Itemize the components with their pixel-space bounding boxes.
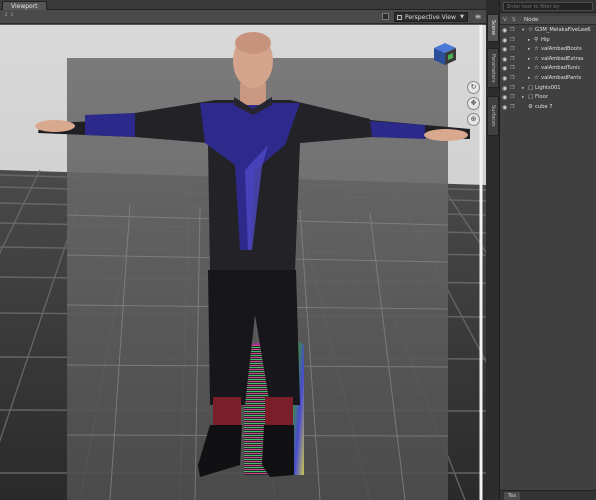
tree-row[interactable]: ◉ ❐ ⚙ cube 7 xyxy=(500,103,596,113)
scene-render xyxy=(0,25,486,500)
eye-icon[interactable]: ◉ xyxy=(502,55,507,65)
eye-icon[interactable]: ◉ xyxy=(502,64,507,74)
tab-bottom[interactable]: Tex xyxy=(504,492,521,500)
filter-bar xyxy=(500,0,596,13)
scene-panel: V S Node ◉❐▾☆G3M_MelakaFiveLee6◉❐▸⚲Hip◉❐… xyxy=(500,0,596,500)
select-column-header[interactable]: S xyxy=(512,16,516,25)
view-select[interactable]: Perspective View ▼ xyxy=(394,12,468,22)
pan-icon[interactable]: ✥ xyxy=(467,97,480,110)
selectable-icon[interactable]: ❐ xyxy=(510,93,514,103)
tree-row[interactable]: ◉ ❐ ▾ ☆ G3M_MelakaFiveLee6 xyxy=(500,26,596,36)
tree-row[interactable]: ◉ ❐ ▸ ☆ valAmbadPants xyxy=(500,74,596,84)
node-type-icon: ⚙ xyxy=(528,103,533,110)
zoom-icon[interactable]: ⊕ xyxy=(467,113,480,126)
right-panel: Scene Parameters Surfaces V S Node ◉❐▾☆G… xyxy=(486,0,596,500)
expand-arrow-icon[interactable]: ▸ xyxy=(522,93,524,103)
viewport-toolbar: ↥ ↕ Perspective View ▼ ≡ xyxy=(0,10,486,24)
node-type-icon: ☆ xyxy=(534,74,539,81)
filter-input[interactable] xyxy=(503,2,593,11)
selectable-icon[interactable]: ❐ xyxy=(510,26,514,36)
eye-icon[interactable]: ◉ xyxy=(502,45,507,55)
selectable-icon[interactable]: ❐ xyxy=(510,45,514,55)
eye-icon[interactable]: ◉ xyxy=(502,26,507,36)
node-type-icon: ▢ xyxy=(528,94,534,101)
side-tab-scene[interactable]: Scene xyxy=(487,14,499,42)
tree-header: V S Node xyxy=(500,16,596,25)
expand-arrow-icon[interactable]: ▸ xyxy=(528,64,530,74)
node-type-icon: ☆ xyxy=(528,27,533,33)
node-label: valAmbadPants xyxy=(541,74,582,81)
viewport-pane: Viewport ↥ ↕ Perspective View ▼ ≡ ↻ ✥ ⊕ xyxy=(0,0,486,500)
viewport-tabbar: Viewport xyxy=(0,0,486,10)
orbit-icon[interactable]: ↻ xyxy=(467,81,480,94)
expand-arrow-icon[interactable]: ▸ xyxy=(528,45,530,55)
node-label: valAmbadExtras xyxy=(541,55,584,62)
tab-viewport[interactable]: Viewport xyxy=(2,1,47,10)
app-window: Viewport ↥ ↕ Perspective View ▼ ≡ ↻ ✥ ⊕ … xyxy=(0,0,596,500)
selectable-icon[interactable]: ❐ xyxy=(510,55,514,65)
side-tab-parameters[interactable]: Parameters xyxy=(487,48,499,88)
expand-arrow-icon[interactable]: ▸ xyxy=(528,74,530,84)
node-label: valAmbadTunic xyxy=(541,65,581,72)
view-cube-icon[interactable] xyxy=(432,41,458,67)
panel-bottom-bar: Tex xyxy=(500,490,596,500)
side-tab-surfaces[interactable]: Surfaces xyxy=(487,96,499,136)
eye-icon[interactable]: ◉ xyxy=(502,103,507,113)
camera-icon xyxy=(397,15,402,20)
expand-arrow-icon[interactable]: ▸ xyxy=(528,55,530,65)
node-label: Floor xyxy=(535,94,548,101)
node-label: Lights001 xyxy=(535,84,561,91)
tree-row[interactable]: ◉ ❐ ▸ ⚲ Hip xyxy=(500,36,596,46)
expand-arrow-icon[interactable]: ▸ xyxy=(522,84,524,94)
expand-arrow-icon[interactable]: ▾ xyxy=(522,26,524,36)
selectable-icon[interactable]: ❐ xyxy=(510,74,514,84)
menu-lines-icon[interactable]: ≡ xyxy=(473,12,483,22)
node-label: cube 7 xyxy=(535,103,553,110)
selectable-icon[interactable]: ❐ xyxy=(510,103,514,113)
chevron-down-icon: ▼ xyxy=(460,14,464,20)
node-type-icon: ☆ xyxy=(534,55,539,62)
node-type-icon: ☆ xyxy=(534,65,539,72)
scene-tree: ◉ ❐ ▾ ☆ G3M_MelakaFiveLee6 ◉ ❐ ▸ ⚲ Hip ◉ ❐ ▸ ☆ valAmba… xyxy=(500,26,596,112)
tree-row[interactable]: ◉ ❐ ▸ ▢ Floor xyxy=(500,93,596,103)
node-label: valAmbadBoots xyxy=(541,46,582,53)
side-tab-strip: Scene Parameters Surfaces xyxy=(486,0,500,500)
selectable-icon[interactable]: ❐ xyxy=(510,64,514,74)
eye-icon[interactable]: ◉ xyxy=(502,36,507,46)
3d-scene[interactable]: ↻ ✥ ⊕ xyxy=(0,25,486,500)
visible-column-header[interactable]: V xyxy=(503,16,507,25)
tree-row[interactable]: ◉ ❐ ▸ ☆ valAmbadTunic xyxy=(500,64,596,74)
node-label: Hip xyxy=(541,36,550,43)
tree-row[interactable]: ◉ ❐ ▸ ☆ valAmbadBoots xyxy=(500,45,596,55)
node-label: G3M_MelakaFiveLee6 xyxy=(535,27,591,33)
selectable-icon[interactable]: ❐ xyxy=(510,84,514,94)
viewport-frame-button[interactable] xyxy=(382,13,389,20)
view-select-label: Perspective View xyxy=(405,14,456,21)
node-type-icon: ⚲ xyxy=(534,36,539,43)
tree-row[interactable]: ◉ ❐ ▸ ☆ valAmbadExtras xyxy=(500,55,596,65)
selectable-icon[interactable]: ❐ xyxy=(510,36,514,46)
tree-row[interactable]: ◉ ❐ ▸ ▢ Lights001 xyxy=(500,84,596,94)
node-type-icon: ☆ xyxy=(534,46,539,53)
eye-icon[interactable]: ◉ xyxy=(502,84,507,94)
viewport-axis-label: ↥ ↕ xyxy=(4,12,14,18)
expand-arrow-icon[interactable]: ▸ xyxy=(528,36,530,46)
node-type-icon: ▢ xyxy=(528,84,534,91)
node-column-header[interactable]: Node xyxy=(524,16,538,25)
eye-icon[interactable]: ◉ xyxy=(502,74,507,84)
eye-icon[interactable]: ◉ xyxy=(502,93,507,103)
